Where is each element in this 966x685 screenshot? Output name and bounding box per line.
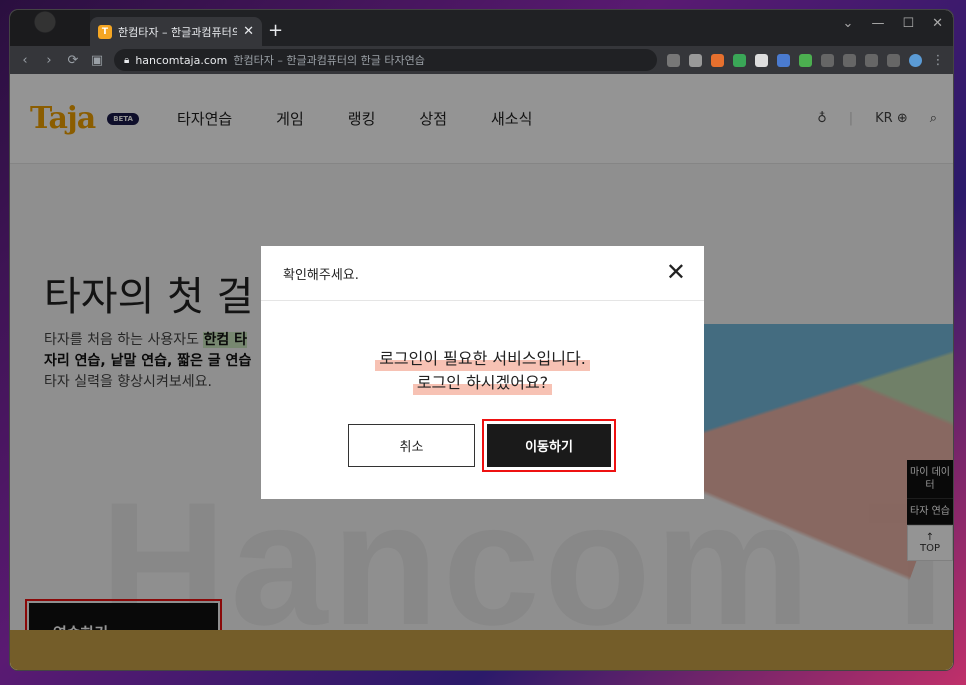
new-tab-button[interactable]: + (268, 20, 283, 41)
maximize-icon[interactable]: ☐ (902, 16, 914, 31)
back-icon[interactable]: ‹ (18, 53, 32, 68)
active-tab[interactable]: T 한컴타자 – 한글과컴퓨터의 ✕ (90, 17, 262, 46)
extension-icon[interactable] (733, 53, 746, 67)
address-bar[interactable]: 🔒︎ hancomtaja.com 한컴타자 – 한글과컴퓨터의 한글 타자연습 (114, 49, 657, 71)
extension-icon[interactable] (799, 53, 812, 67)
screenshot-icon[interactable] (865, 53, 878, 67)
go-to-login-button[interactable]: 이동하기 (482, 419, 616, 472)
url-page-title: 한컴타자 – 한글과컴퓨터의 한글 타자연습 (233, 54, 425, 67)
web-page: Taja BETA 타자연습 게임 랭킹 상점 새소식 ♁ | KR ⊕ ⌕ H… (10, 74, 953, 670)
extension-icon[interactable] (755, 53, 768, 67)
url-text: hancomtaja.com (135, 53, 228, 67)
tab-search-icon[interactable]: ⌄ (843, 16, 854, 31)
browser-window: T 한컴타자 – 한글과컴퓨터의 ✕ + ⌄ — ☐ ✕ ‹ › ⟳ ▣ 🔒︎ … (10, 10, 953, 670)
reload-icon[interactable]: ⟳ (66, 53, 80, 68)
dialog-title: 확인해주세요. (283, 267, 359, 283)
bookmark-star-icon[interactable] (689, 53, 702, 67)
lock-icon: 🔒︎ (124, 54, 130, 66)
dialog-message-line1: 로그인이 필요한 서비스입니다. (375, 347, 590, 371)
extension-icon[interactable] (711, 53, 724, 67)
tab-title: 한컴타자 – 한글과컴퓨터의 (118, 25, 238, 39)
close-icon[interactable]: ✕ (666, 260, 686, 284)
tabstrip-background (10, 10, 90, 46)
extension-icon[interactable] (777, 53, 790, 67)
puzzle-icon[interactable] (821, 53, 834, 67)
window-controls: ⌄ — ☐ ✕ (843, 16, 943, 31)
login-required-dialog: 확인해주세요. ✕ 로그인이 필요한 서비스입니다. 로그인 하시겠어요? 취소… (261, 246, 704, 499)
dialog-message: 로그인이 필요한 서비스입니다. 로그인 하시겠어요? (261, 347, 704, 395)
page-info-icon[interactable]: ▣ (90, 53, 104, 68)
profile-avatar[interactable] (909, 53, 922, 67)
download-icon[interactable] (843, 53, 856, 67)
close-tab-icon[interactable]: ✕ (243, 24, 254, 39)
sidebar-icon[interactable] (887, 53, 900, 67)
tab-strip: T 한컴타자 – 한글과컴퓨터의 ✕ + ⌄ — ☐ ✕ (10, 10, 953, 46)
close-window-icon[interactable]: ✕ (932, 16, 943, 31)
minimize-icon[interactable]: — (871, 16, 884, 31)
dialog-header: 확인해주세요. ✕ (261, 246, 704, 301)
cancel-button[interactable]: 취소 (348, 424, 475, 467)
forward-icon[interactable]: › (42, 53, 56, 68)
browser-toolbar: ‹ › ⟳ ▣ 🔒︎ hancomtaja.com 한컴타자 – 한글과컴퓨터의… (10, 46, 953, 74)
extension-icons: ⋮ (667, 53, 945, 68)
share-icon[interactable] (667, 53, 680, 67)
menu-kebab-icon[interactable]: ⋮ (931, 53, 945, 68)
dialog-message-line2: 로그인 하시겠어요? (412, 371, 553, 395)
taja-favicon-icon: T (98, 24, 112, 39)
dialog-buttons: 취소 이동하기 (348, 419, 616, 472)
